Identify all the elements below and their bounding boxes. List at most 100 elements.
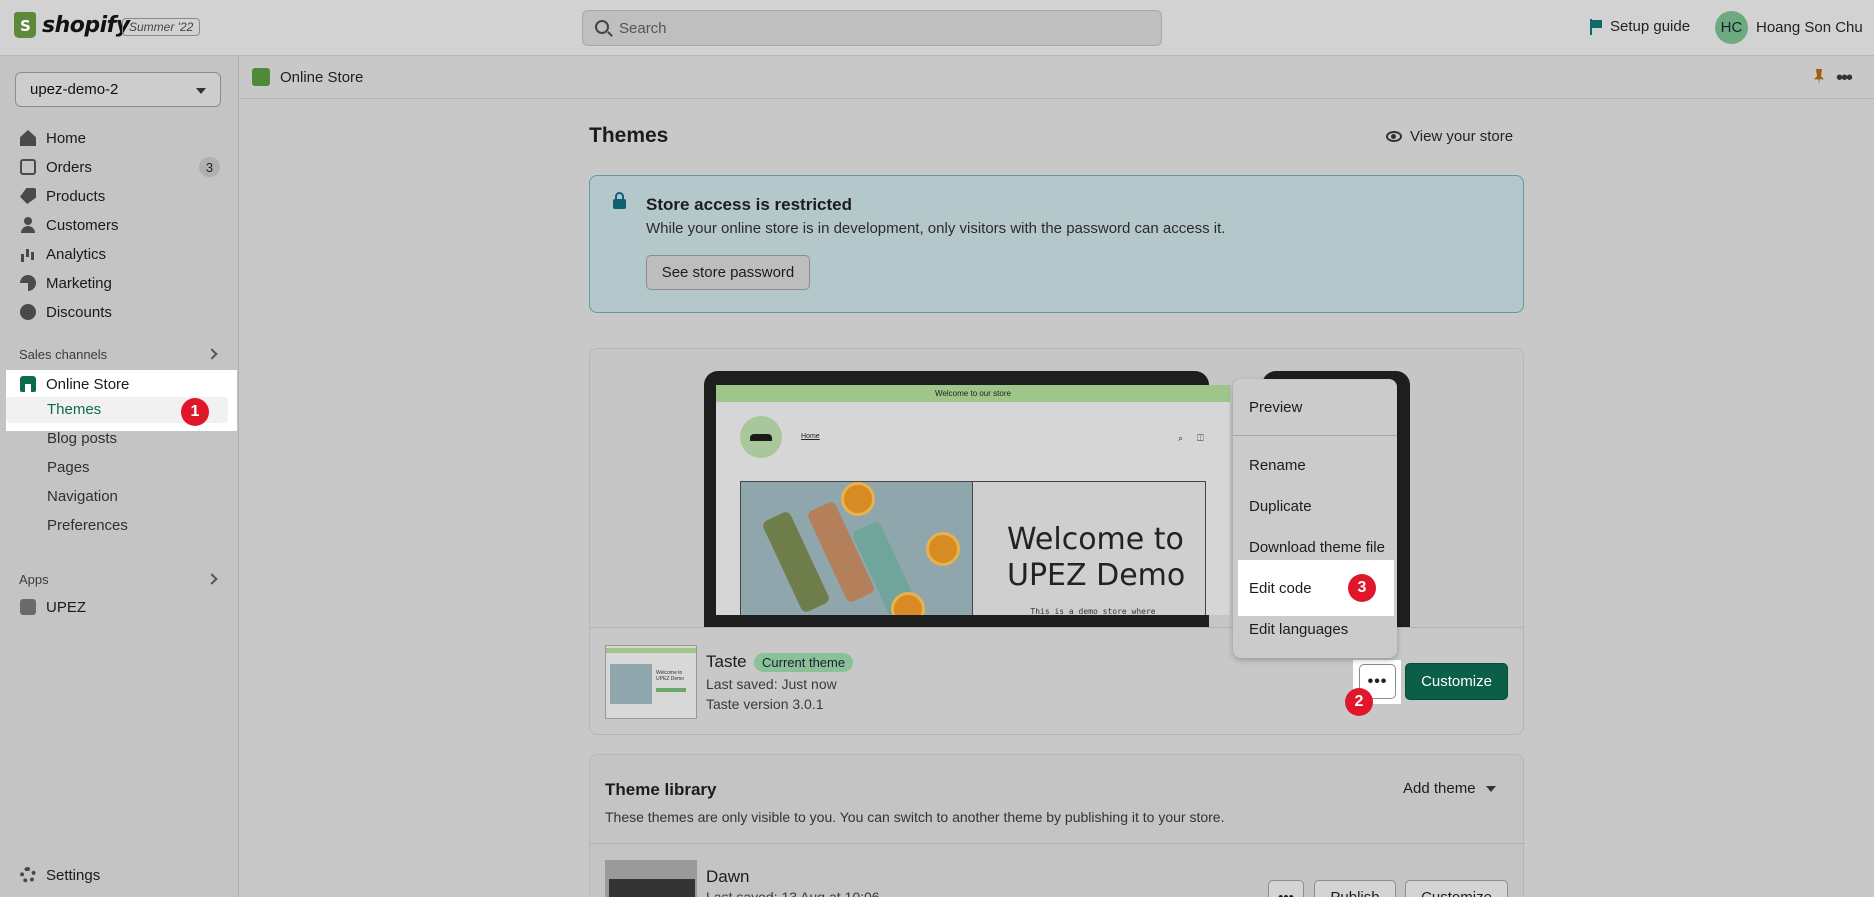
sidebar-item-label: Discounts (46, 303, 112, 321)
header-title: Online Store (280, 69, 364, 86)
sidebar-item-label: Online Store (46, 375, 130, 393)
dawn-thumbnail (605, 860, 697, 897)
sidebar-item-settings[interactable]: Settings (20, 863, 100, 887)
sidebar-item-orders[interactable]: Orders (20, 155, 92, 179)
site-nav-link: Home (801, 433, 820, 440)
menu-item-edit-code[interactable]: Edit code (1249, 580, 1312, 597)
sidebar-item-label: Home (46, 129, 87, 147)
menu-item-rename[interactable]: Rename (1249, 457, 1306, 474)
sidebar-item-preferences[interactable]: Preferences (47, 517, 128, 534)
sidebar-item-label: Orders (46, 158, 92, 176)
lock-icon (613, 192, 626, 209)
sidebar-item-label: Marketing (46, 274, 112, 292)
hero-section: Welcome to UPEZ Demo This is a demo stor… (740, 481, 1206, 615)
sidebar-item-themes[interactable]: Themes (47, 401, 101, 418)
chevron-right-icon[interactable] (206, 573, 218, 585)
orange-shape (891, 592, 925, 615)
step-2-badge: 2 (1345, 688, 1373, 716)
menu-item-preview[interactable]: Preview (1249, 399, 1302, 416)
view-store-label: View your store (1410, 128, 1514, 145)
thumb-bar (606, 648, 696, 653)
brand-name: shopify (42, 12, 130, 38)
sidebar-item-upez[interactable]: UPEZ (20, 595, 86, 619)
search-bar[interactable] (582, 10, 1162, 46)
search-input[interactable] (619, 11, 1149, 45)
sidebar-item-blog-posts[interactable]: Blog posts (47, 430, 117, 447)
menu-item-download[interactable]: Download theme file (1249, 539, 1385, 556)
publish-button[interactable]: Publish (1314, 880, 1396, 897)
sidebar-item-home[interactable]: Home (20, 126, 86, 150)
person-icon (20, 217, 36, 233)
chevron-down-icon (196, 88, 206, 94)
eye-icon (1386, 131, 1402, 142)
pin-icon[interactable] (1814, 69, 1824, 85)
sidebar-item-discounts[interactable]: Discounts (20, 300, 112, 324)
chevron-down-icon (1485, 785, 1496, 792)
sidebar-item-analytics[interactable]: Analytics (20, 242, 106, 266)
analytics-icon (20, 246, 36, 262)
edition-badge: Summer '22 (122, 18, 201, 36)
library-customize-button[interactable]: Customize (1405, 880, 1508, 897)
sidebar-item-navigation[interactable]: Navigation (47, 488, 118, 505)
view-store-link[interactable]: View your store (1386, 128, 1513, 145)
step-3-badge: 3 (1348, 574, 1376, 602)
sales-channels-heading: Sales channels (19, 347, 108, 362)
add-theme-button[interactable]: Add theme (1403, 780, 1496, 797)
store-access-banner: Store access is restricted While your on… (589, 175, 1524, 313)
user-name: Hoang Son Chu (1756, 19, 1863, 36)
theme-library-card: Theme library Add theme These themes are… (589, 754, 1525, 897)
banner-title: Store access is restricted (646, 195, 853, 214)
step-1-badge: 1 (181, 398, 209, 426)
sidebar-item-pages[interactable]: Pages (47, 459, 90, 476)
see-store-password-button[interactable]: See store password (646, 255, 810, 290)
gear-icon (20, 867, 36, 883)
theme-actions-menu: Preview Rename Duplicate Download theme … (1233, 379, 1397, 658)
hero-line-1: Welcome to (1007, 522, 1184, 557)
customize-button[interactable]: Customize (1405, 663, 1508, 700)
marketing-icon (20, 275, 36, 291)
library-divider (590, 843, 1525, 844)
site-logo (740, 416, 782, 458)
edit-code-highlight: Edit code 3 (1238, 560, 1394, 616)
store-selector[interactable]: upez-demo-2 (15, 72, 221, 107)
sidebar-item-label: Products (46, 187, 106, 205)
sidebar-item-label: Customers (46, 216, 119, 234)
hero-text-block: Welcome to UPEZ Demo This is a demo stor… (972, 482, 1207, 615)
setup-guide-button[interactable]: Setup guide (1590, 18, 1690, 35)
sidebar-item-marketing[interactable]: Marketing (20, 271, 112, 295)
sidebar: upez-demo-2 Home Orders 3 Products Custo… (0, 56, 239, 897)
top-bar: shopify Summer '22 Setup guide HC Hoang … (0, 0, 1874, 56)
discount-icon (20, 304, 36, 320)
library-theme-name: Dawn (706, 867, 750, 886)
upez-app-icon (20, 599, 36, 615)
banner-text: While your online store is in developmen… (646, 220, 1226, 237)
sidebar-item-products[interactable]: Products (20, 184, 105, 208)
shopify-bag-icon (14, 12, 36, 38)
announcement-bar: Welcome to our store (716, 385, 1230, 402)
library-more-button[interactable]: ••• (1268, 880, 1304, 897)
more-horizontal-icon[interactable]: ••• (1836, 68, 1853, 88)
theme-name: Taste (706, 652, 747, 671)
desktop-preview: Welcome to our store Home ⌕◫ Welcome to … (704, 371, 1230, 631)
flag-icon (1590, 18, 1602, 35)
hero-body: This is a demo store where multiple upse… (1030, 607, 1156, 615)
shopify-logo[interactable]: shopify (14, 12, 130, 38)
thumb-image (610, 664, 652, 704)
sidebar-item-online-store[interactable]: Online Store (20, 372, 129, 396)
theme-last-saved: Last saved: Just now (706, 676, 837, 692)
current-theme-badge: Current theme (754, 653, 854, 672)
sidebar-item-label: Settings (46, 866, 101, 884)
store-name: upez-demo-2 (30, 81, 119, 98)
menu-item-duplicate[interactable]: Duplicate (1249, 498, 1312, 515)
menu-item-edit-languages[interactable]: Edit languages (1249, 621, 1348, 638)
thumb-text: Welcome to UPEZ Demo (656, 670, 685, 682)
user-menu[interactable]: HC Hoang Son Chu (1715, 11, 1863, 44)
theme-thumbnail: Welcome to UPEZ Demo (605, 645, 697, 719)
orders-icon (20, 159, 36, 175)
sidebar-item-customers[interactable]: Customers (20, 213, 119, 237)
hero-image (741, 482, 972, 615)
orange-shape (926, 532, 960, 566)
page-title: Themes (589, 124, 669, 147)
library-theme-last-saved: Last saved: 13 Aug at 10:06 (706, 889, 880, 897)
chevron-right-icon[interactable] (206, 348, 218, 360)
